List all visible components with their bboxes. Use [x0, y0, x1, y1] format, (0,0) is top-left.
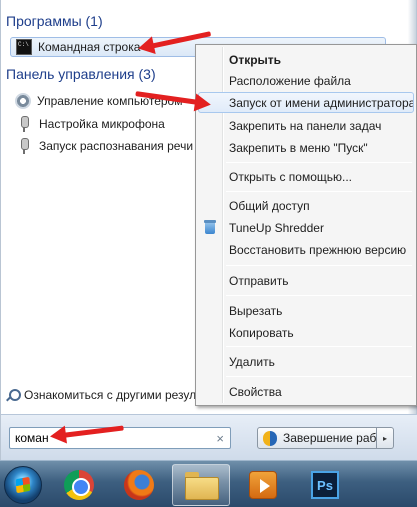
menu-item-file-location[interactable]: Расположение файла [198, 70, 414, 91]
shutdown-label: Завершение работы [283, 431, 377, 445]
more-results-link[interactable]: Ознакомиться с другими результатами [6, 388, 196, 402]
menu-item-delete[interactable]: Удалить [198, 351, 414, 372]
menu-item-pin-start[interactable]: Закрепить в меню "Пуск" [198, 137, 414, 158]
section-title-control-panel[interactable]: Панель управления (3) [6, 66, 156, 82]
section-title-programs[interactable]: Программы (1) [6, 13, 103, 29]
search-input[interactable] [15, 431, 205, 445]
menu-item-label: TuneUp Shredder [229, 220, 324, 235]
menu-item-open-with[interactable]: Открыть с помощью... [198, 166, 414, 187]
context-menu: Открыть Расположение файла Запуск от име… [195, 44, 417, 406]
taskbar-button-photoshop[interactable]: Ps [296, 464, 354, 506]
menu-item-tuneup-shredder[interactable]: TuneUp Shredder [198, 217, 414, 238]
menu-item-restore-version[interactable]: Восстановить прежнюю версию [198, 239, 414, 260]
menu-item-open[interactable]: Открыть [198, 49, 414, 70]
start-button[interactable] [4, 466, 42, 504]
menu-item-run-as-admin[interactable]: Запуск от имени администратора [198, 92, 414, 113]
menu-separator [226, 295, 412, 296]
explorer-folder-icon [185, 472, 219, 500]
menu-separator [226, 162, 412, 163]
cmd-icon [16, 39, 32, 55]
menu-item-cut[interactable]: Вырезать [198, 300, 414, 321]
photoshop-icon: Ps [311, 471, 339, 499]
microphone-icon [19, 116, 29, 132]
menu-item-sharing[interactable]: Общий доступ [198, 195, 414, 216]
menu-item-properties[interactable]: Свойства [198, 381, 414, 402]
microphone-icon [19, 138, 29, 154]
result-item-label: Командная строка [38, 40, 141, 54]
shutdown-options-button[interactable]: ▸ [377, 427, 394, 449]
menu-separator [226, 376, 412, 377]
gear-icon [15, 93, 31, 109]
firefox-icon [124, 470, 154, 500]
more-results-label: Ознакомиться с другими результатами [24, 388, 196, 402]
clear-search-icon[interactable]: × [216, 431, 224, 446]
menu-item-copy[interactable]: Копировать [198, 322, 414, 343]
menu-separator [226, 191, 412, 192]
result-item-label: Запуск распознавания речи [39, 139, 194, 153]
media-player-icon [249, 471, 277, 499]
shutdown-button[interactable]: Завершение работы [257, 427, 377, 449]
result-item-label: Настройка микрофона [39, 117, 165, 131]
taskbar-button-explorer[interactable] [172, 464, 230, 506]
magnifier-icon [6, 388, 21, 402]
taskbar-button-media-player[interactable] [234, 464, 292, 506]
result-item-speech-recognition[interactable]: Запуск распознавания речи [11, 136, 193, 156]
menu-item-pin-taskbar[interactable]: Закрепить на панели задач [198, 115, 414, 136]
taskbar: Ps [0, 460, 417, 507]
chrome-icon [64, 470, 94, 500]
menu-separator [226, 346, 412, 347]
taskbar-button-firefox[interactable] [110, 464, 168, 506]
result-item-microphone-setup[interactable]: Настройка микрофона [11, 114, 165, 134]
taskbar-button-chrome[interactable] [50, 464, 108, 506]
uac-shield-icon [263, 430, 277, 446]
menu-separator [226, 265, 412, 266]
tuneup-shredder-icon [204, 220, 216, 234]
menu-item-send-to[interactable]: Отправить [198, 270, 414, 291]
